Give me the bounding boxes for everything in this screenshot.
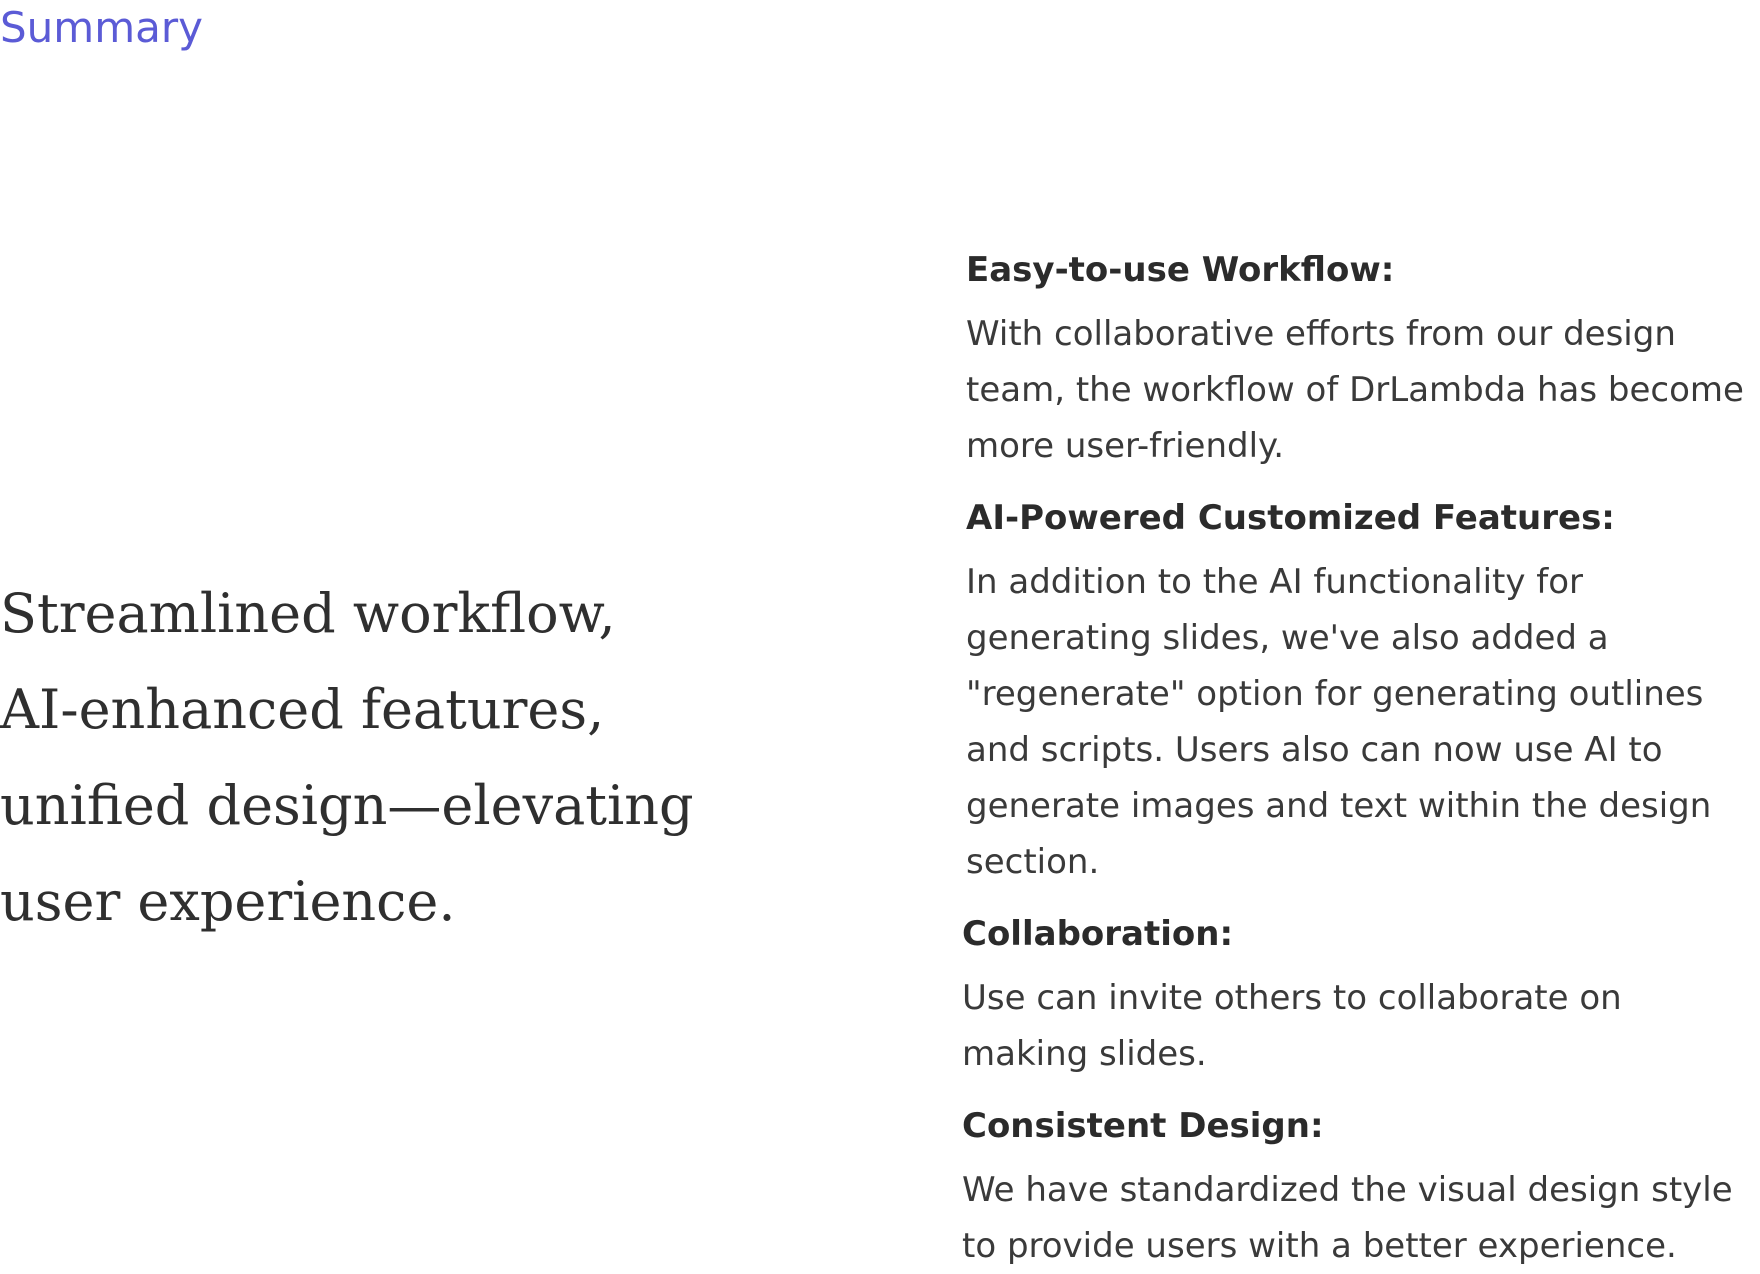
- feature-description-line: We have standardized the visual design s…: [962, 1170, 1733, 1210]
- feature-title: AI-Powered Customized Features:: [966, 498, 1615, 538]
- feature-ai-powered-customized-features: AI-Powered Customized Features: In addit…: [966, 498, 1756, 890]
- feature-description: With collaborative efforts from our desi…: [966, 306, 1756, 474]
- feature-description-line: In addition to the AI functionality for: [966, 562, 1584, 602]
- feature-description-line: and scripts. Users also can now use AI t…: [966, 730, 1663, 770]
- feature-consistent-design: Consistent Design: We have standardized …: [962, 1106, 1752, 1274]
- feature-description-line: generate images and text within the desi…: [966, 786, 1712, 826]
- feature-title: Collaboration:: [962, 914, 1234, 954]
- tagline-line: user experience.: [0, 870, 456, 933]
- section-label: Summary: [0, 3, 203, 52]
- tagline-line: AI-enhanced features,: [0, 678, 605, 741]
- tagline-line: Streamlined workflow,: [0, 582, 616, 645]
- feature-description-line: generating slides, we've also added a: [966, 618, 1609, 658]
- feature-description-line: team, the workflow of DrLambda has becom…: [966, 370, 1744, 410]
- feature-description-line: With collaborative efforts from our desi…: [966, 314, 1676, 354]
- feature-description-line: section.: [966, 842, 1100, 882]
- feature-easy-to-use-workflow: Easy-to-use Workflow: With collaborative…: [966, 250, 1756, 474]
- tagline-line: unified design—elevating: [0, 774, 694, 837]
- feature-collaboration: Collaboration: Use can invite others to …: [962, 914, 1752, 1082]
- feature-description-line: Use can invite others to collaborate on: [962, 978, 1622, 1018]
- feature-title: Consistent Design:: [962, 1106, 1324, 1146]
- feature-title: Easy-to-use Workflow:: [966, 250, 1395, 290]
- feature-description-line: making slides.: [962, 1034, 1207, 1074]
- tagline: Streamlined workflow, AI-enhanced featur…: [0, 566, 760, 950]
- feature-description: Use can invite others to collaborate on …: [962, 970, 1752, 1082]
- feature-description-line: "regenerate" option for generating outli…: [966, 674, 1704, 714]
- feature-description: We have standardized the visual design s…: [962, 1162, 1752, 1274]
- feature-description: In addition to the AI functionality for …: [966, 554, 1756, 890]
- feature-description-line: more user-friendly.: [966, 426, 1285, 466]
